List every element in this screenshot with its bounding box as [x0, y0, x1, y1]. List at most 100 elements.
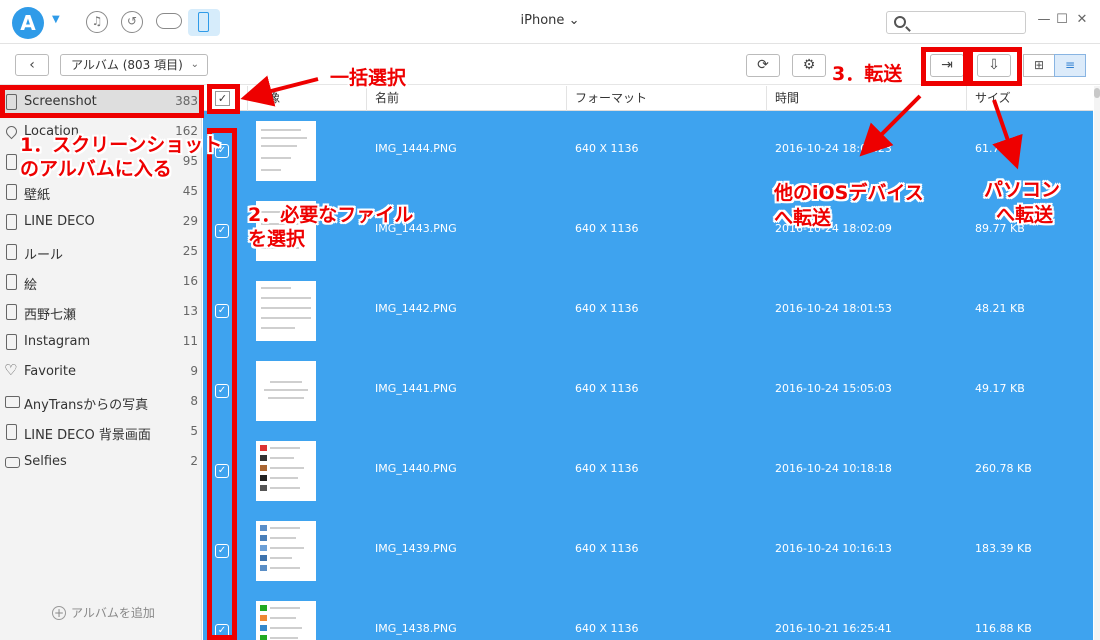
- sidebar-item-count: 13: [182, 304, 198, 318]
- sidebar-item-count: 29: [182, 214, 198, 228]
- device-title[interactable]: iPhone ⌄: [480, 13, 620, 28]
- restore-icon[interactable]: ↺: [121, 11, 143, 33]
- chevron-down-icon: ⌄: [568, 13, 580, 28]
- camera-icon: [5, 457, 20, 468]
- settings-button[interactable]: ⚙: [792, 54, 826, 77]
- search-input[interactable]: [913, 14, 1021, 31]
- sidebar-item-nishino[interactable]: 西野七瀬 13: [0, 297, 202, 327]
- file-name: IMG_1440.PNG: [375, 462, 457, 475]
- search-icon: [894, 16, 906, 28]
- annotation-to-pc-line2: へ転送: [996, 204, 1054, 226]
- column-size[interactable]: サイズ: [966, 86, 1093, 111]
- app-menu-caret-icon[interactable]: ▼: [52, 14, 60, 25]
- annotation-step3: 3．転送: [832, 63, 903, 85]
- app-logo[interactable]: A: [12, 7, 44, 39]
- sidebar-item-selfies[interactable]: Selfies 2: [0, 447, 202, 477]
- file-name: IMG_1441.PNG: [375, 382, 457, 395]
- list-view-button[interactable]: ≡: [1054, 54, 1086, 77]
- add-icon: +: [52, 606, 66, 620]
- sidebar-item-count: 5: [190, 424, 198, 438]
- sidebar-item-label: 壁紙: [24, 188, 51, 203]
- add-album-button[interactable]: + アルバムを追加: [52, 604, 155, 621]
- file-format: 640 X 1136: [575, 142, 639, 155]
- sidebar-item-favorite[interactable]: ♡ Favorite 9: [0, 357, 202, 387]
- thumbnail-image: [256, 361, 316, 421]
- table-row[interactable]: ✓ IMG_1441.PNG 640 X 1136 2016-10-24 15:…: [203, 351, 1093, 431]
- table-row[interactable]: ✓ IMG_1439.PNG 640 X 1136 2016-10-24 10:…: [203, 511, 1093, 591]
- scrollbar-thumb[interactable]: [1094, 88, 1100, 98]
- table-row[interactable]: ✓ IMG_1438.PNG 640 X 1136 2016-10-21 16:…: [203, 591, 1093, 640]
- location-icon: [3, 123, 20, 140]
- refresh-button[interactable]: ⟳: [746, 54, 780, 77]
- file-time: 2016-10-24 10:18:18: [775, 462, 892, 475]
- phone-icon: [6, 304, 17, 320]
- file-size: 49.17 KB: [975, 382, 1025, 395]
- search-box[interactable]: [886, 11, 1026, 34]
- sidebar-item-drawings[interactable]: 絵 16: [0, 267, 202, 297]
- table-row[interactable]: ✓ IMG_1444.PNG 640 X 1136 2016-10-24 18:…: [203, 111, 1093, 191]
- thumbnail-image: [256, 521, 316, 581]
- vertical-scrollbar[interactable]: [1094, 86, 1100, 640]
- thumbnail-image: [256, 281, 316, 341]
- minimize-button[interactable]: —: [1036, 12, 1052, 28]
- highlight-to-device: [921, 47, 968, 86]
- file-format: 640 X 1136: [575, 622, 639, 635]
- grid-view-button[interactable]: ⊞: [1023, 54, 1055, 77]
- table-row[interactable]: ✓ IMG_1440.PNG 640 X 1136 2016-10-24 10:…: [203, 431, 1093, 511]
- device-tab[interactable]: [188, 9, 220, 36]
- file-format: 640 X 1136: [575, 382, 639, 395]
- sidebar-item-label: Favorite: [24, 364, 76, 379]
- sidebar-item-count: 25: [182, 244, 198, 258]
- sidebar-item-count: 11: [182, 334, 198, 348]
- back-button[interactable]: ‹: [15, 54, 49, 76]
- file-name: IMG_1438.PNG: [375, 622, 457, 635]
- column-format[interactable]: フォーマット: [566, 86, 766, 111]
- sidebar-item-rules[interactable]: ルール 25: [0, 237, 202, 267]
- thumbnail-image: [256, 121, 316, 181]
- close-button[interactable]: ✕: [1074, 12, 1090, 28]
- column-time[interactable]: 時間: [766, 86, 966, 111]
- phone-icon: [6, 334, 17, 350]
- phone-icon: [6, 214, 17, 230]
- annotation-step1-line1: 1．スクリーンショット: [20, 134, 223, 156]
- photo-table: ✓ 画像 名前 フォーマット 時間 サイズ ✓ IMG_1444.PNG 640…: [203, 86, 1093, 640]
- chevron-down-icon: ⌄: [190, 59, 199, 70]
- file-name: IMG_1444.PNG: [375, 142, 457, 155]
- annotation-step2-line1: 2．必要なファイル: [248, 204, 414, 226]
- sidebar-item-label: LINE DECO: [24, 214, 95, 229]
- phone-icon: [6, 154, 17, 170]
- phone-icon: [6, 184, 17, 200]
- album-select-label: アルバム (803 項目): [71, 58, 183, 72]
- sidebar-item-label: LINE DECO 背景画面: [24, 428, 151, 443]
- highlight-checkbox-column: [207, 128, 237, 640]
- table-row[interactable]: ✓ IMG_1442.PNG 640 X 1136 2016-10-24 18:…: [203, 271, 1093, 351]
- sidebar-item-count: 9: [190, 364, 198, 378]
- file-time: 2016-10-21 16:25:41: [775, 622, 892, 635]
- music-icon[interactable]: ♫: [86, 11, 108, 33]
- phone-icon: [6, 424, 17, 440]
- file-format: 640 X 1136: [575, 302, 639, 315]
- annotation-to-ios-line1: 他のiOSデバイス: [774, 182, 924, 204]
- sidebar-item-wallpaper[interactable]: 壁紙 45: [0, 177, 202, 207]
- sidebar-item-count: 8: [190, 394, 198, 408]
- file-format: 640 X 1136: [575, 542, 639, 555]
- sidebar-item-anytrans-photos[interactable]: AnyTransからの写真 8: [0, 387, 202, 417]
- photo-icon: [5, 396, 20, 408]
- maximize-button[interactable]: ☐: [1054, 12, 1070, 28]
- file-size: 116.88 KB: [975, 622, 1032, 635]
- thumbnail-image: [256, 601, 316, 640]
- highlight-to-computer: [968, 47, 1022, 86]
- device-name: iPhone: [520, 13, 565, 28]
- sidebar-item-line-deco[interactable]: LINE DECO 29: [0, 207, 202, 237]
- sidebar-item-line-deco-bg[interactable]: LINE DECO 背景画面 5: [0, 417, 202, 447]
- sidebar-item-label: 西野七瀬: [24, 308, 77, 323]
- sidebar-item-label: ルール: [24, 248, 64, 263]
- annotation-step1-line2: のアルバムに入る: [20, 158, 172, 180]
- sidebar-item-instagram[interactable]: Instagram 11: [0, 327, 202, 357]
- anytrans-window: A ▼ ♫ ↺ iPhone ⌄ — ☐ ✕ ‹ アルバム (803 項目) ⌄…: [0, 0, 1100, 640]
- file-format: 640 X 1136: [575, 222, 639, 235]
- annotation-select-all: 一括選択: [330, 67, 407, 89]
- thumbnail-image: [256, 441, 316, 501]
- cloud-icon[interactable]: [156, 13, 182, 29]
- album-select[interactable]: アルバム (803 項目) ⌄: [60, 54, 208, 76]
